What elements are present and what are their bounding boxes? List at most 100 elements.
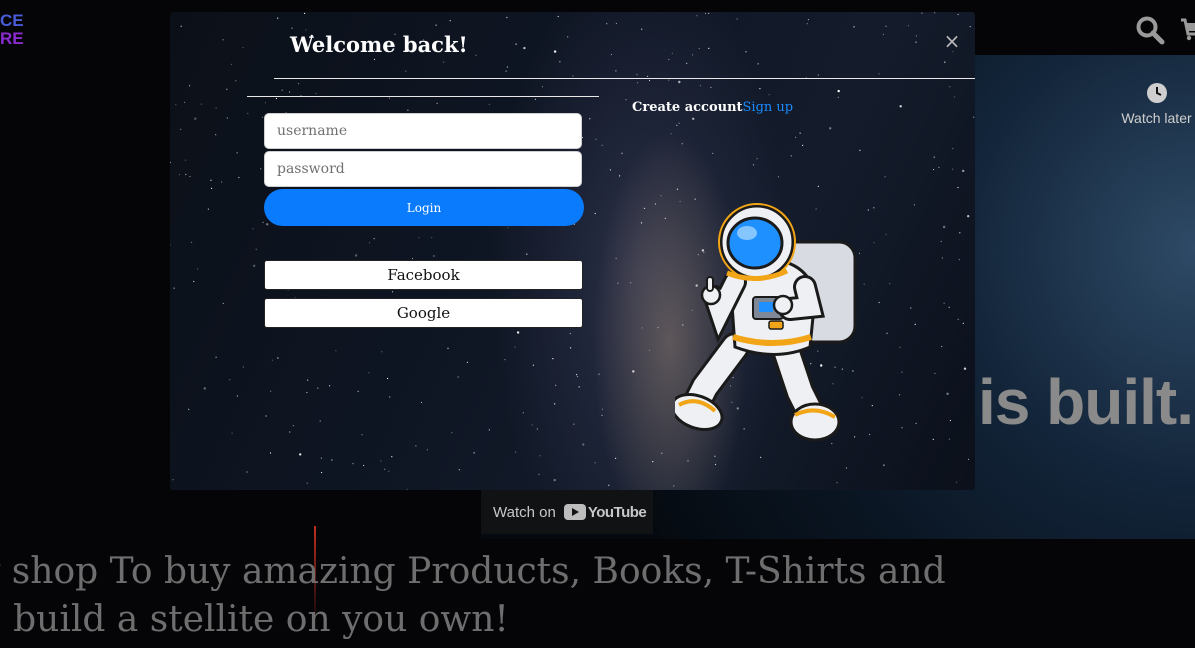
star [207,208,209,210]
star [435,24,437,26]
star [760,456,762,458]
star [698,48,700,50]
star [384,468,386,470]
star [515,43,517,45]
star [505,70,507,72]
star [608,484,610,486]
star [226,88,228,90]
star [948,438,951,440]
star [194,117,197,120]
password-input[interactable] [264,151,582,187]
star [388,470,390,472]
close-icon[interactable]: × [942,31,962,51]
star [252,228,254,230]
star [184,159,187,161]
star [188,408,190,410]
star [944,61,946,63]
star [229,379,231,381]
site-logo[interactable]: CE RE [0,12,36,56]
star [306,482,308,484]
star [757,63,759,65]
star [559,61,561,63]
star [673,485,675,487]
star [387,377,389,380]
star [569,332,571,335]
star [699,85,702,87]
signup-link[interactable]: Sign up [743,100,794,115]
star [582,443,585,446]
star [242,366,244,368]
login-modal: Welcome back! × Login Facebook Google Cr… [170,12,975,490]
star [598,373,600,375]
star [949,419,952,422]
star [536,428,538,430]
star [652,461,654,463]
star [915,422,917,424]
logo-line-2: RE [0,29,24,48]
star [532,364,534,366]
google-login-button[interactable]: Google [264,298,583,328]
star [686,62,688,64]
star [291,27,293,29]
star [885,25,887,27]
star [363,464,365,467]
star [676,124,678,126]
star [795,136,797,138]
star [934,372,936,374]
star [806,23,808,25]
facebook-login-button[interactable]: Facebook [264,260,583,290]
star [523,46,526,50]
star [297,83,300,85]
star [899,394,901,396]
star [260,168,262,170]
star [884,176,886,178]
tagline: y shop To buy amazing Products, Books, T… [0,548,946,644]
star [914,323,916,325]
star [506,16,508,19]
star [648,79,651,82]
star [637,82,639,84]
star [175,104,177,106]
star [281,89,283,91]
star [270,390,272,392]
star [601,414,603,416]
cart-icon[interactable] [1180,18,1195,42]
star [610,53,613,56]
star [426,449,428,451]
username-input[interactable] [264,113,582,149]
star [352,463,354,465]
star [534,98,536,100]
star [368,372,370,374]
star [578,386,580,388]
star [230,63,232,65]
star [615,70,617,72]
star [660,195,662,197]
star [632,370,635,373]
star [668,58,670,61]
star [957,13,959,16]
search-icon[interactable] [1135,15,1165,45]
watch-on-youtube-button[interactable]: Watch on YouTube [481,490,653,534]
star [681,143,683,145]
form-divider [247,96,599,97]
star [670,133,672,135]
star [306,391,308,394]
watch-later-button[interactable]: Watch later [1118,82,1195,126]
star [714,455,716,457]
tagline-line: y shop To buy amazing Products, Books, T… [0,551,946,592]
star [473,452,475,454]
star [943,302,945,304]
star [447,347,449,349]
star [572,75,574,77]
star [630,282,632,284]
star [799,132,801,134]
login-button[interactable]: Login [264,189,584,226]
star [606,23,608,25]
star [197,268,199,270]
watch-on-label: Watch on [493,503,556,521]
star [183,101,186,103]
star [354,254,358,257]
star [959,232,961,234]
star [504,359,506,361]
star [829,127,832,130]
